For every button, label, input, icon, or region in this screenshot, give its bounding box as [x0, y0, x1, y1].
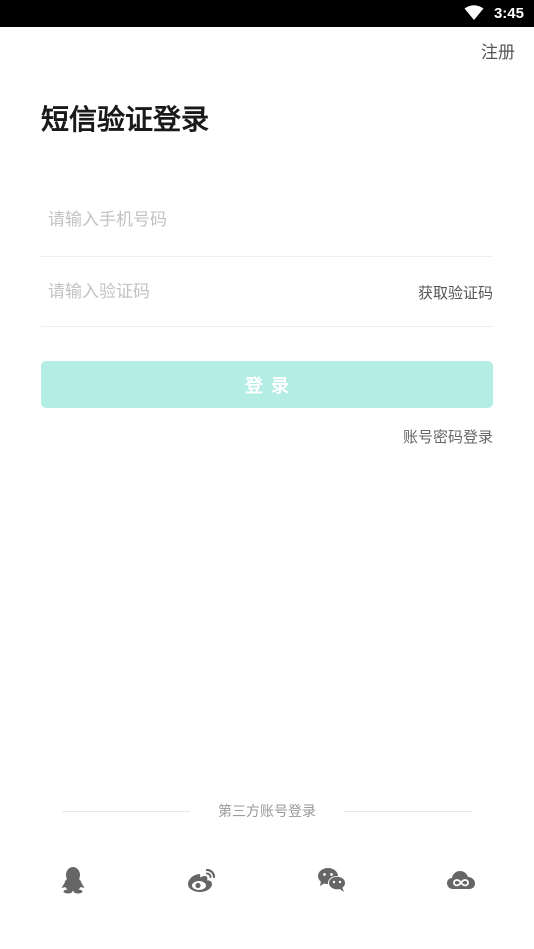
- status-time: 3:45: [493, 5, 524, 22]
- status-bar: 3:45: [0, 0, 534, 27]
- cloud-link-icon[interactable]: [445, 864, 477, 896]
- weibo-icon[interactable]: [186, 864, 218, 896]
- login-button[interactable]: 登录: [41, 361, 493, 408]
- register-link[interactable]: 注册: [481, 42, 515, 64]
- wifi-icon: [464, 5, 484, 21]
- third-party-divider: 第三方账号登录: [62, 800, 472, 824]
- social-login-row: [0, 860, 534, 900]
- code-field: 获取验证码: [41, 258, 493, 327]
- qq-icon[interactable]: [57, 864, 89, 896]
- get-code-button[interactable]: 获取验证码: [418, 258, 493, 326]
- code-input[interactable]: [41, 258, 368, 326]
- wechat-icon[interactable]: [316, 864, 348, 896]
- third-party-label: 第三方账号登录: [218, 804, 316, 820]
- page-title: 短信验证登录: [41, 103, 210, 136]
- password-login-link[interactable]: 账号密码登录: [403, 427, 493, 447]
- phone-input[interactable]: [41, 184, 368, 256]
- divider-line-right: [344, 811, 472, 812]
- phone-field: [41, 184, 493, 257]
